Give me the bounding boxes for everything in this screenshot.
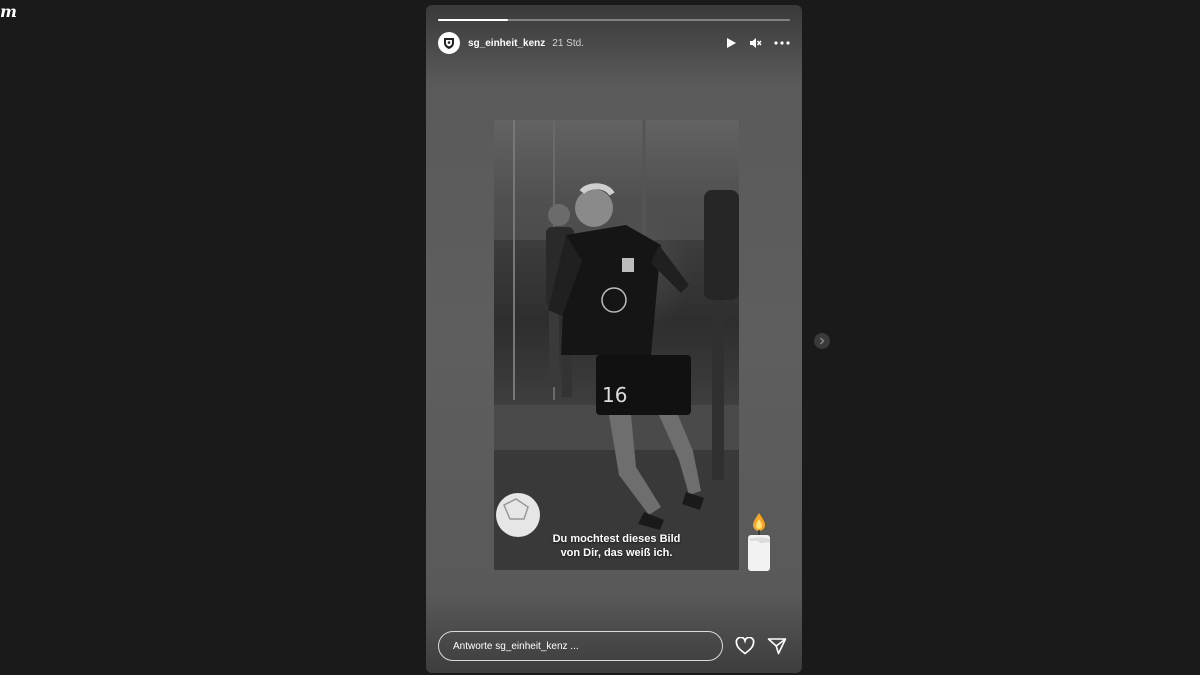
instagram-logo-fragment[interactable]: m: [0, 2, 17, 21]
story-header: sg_einheit_kenz 21 Std.: [438, 31, 790, 55]
story-photo: 16 Du mochtest dieses Bild von Dir, das …: [494, 120, 739, 570]
story-username[interactable]: sg_einheit_kenz: [468, 38, 545, 49]
story-controls: [725, 37, 790, 49]
avatar[interactable]: [438, 32, 460, 54]
heart-icon[interactable]: [735, 637, 755, 655]
football-player-illustration: 16: [494, 120, 739, 570]
story-viewer: sg_einheit_kenz 21 Std. 16 Du mochtest d…: [426, 5, 802, 673]
reply-input[interactable]: Antworte sg_einheit_kenz ...: [438, 631, 723, 661]
story-timestamp: 21 Std.: [552, 37, 584, 49]
story-caption: Du mochtest dieses Bild von Dir, das wei…: [494, 532, 739, 560]
send-icon[interactable]: [767, 637, 787, 655]
story-progress-bar: [438, 19, 790, 21]
play-icon[interactable]: [725, 37, 737, 49]
jersey-number: 16: [602, 383, 627, 407]
more-icon[interactable]: [774, 41, 790, 45]
chevron-right-icon[interactable]: [814, 333, 830, 349]
story-progress-fill: [438, 19, 509, 21]
club-crest-icon: [444, 38, 454, 49]
caption-line-1: Du mochtest dieses Bild: [552, 533, 681, 545]
story-footer: Antworte sg_einheit_kenz ...: [438, 629, 790, 663]
mute-icon[interactable]: [749, 37, 762, 49]
caption-line-2: von Dir, das weiß ich.: [560, 547, 673, 559]
candle-icon: [744, 511, 774, 578]
